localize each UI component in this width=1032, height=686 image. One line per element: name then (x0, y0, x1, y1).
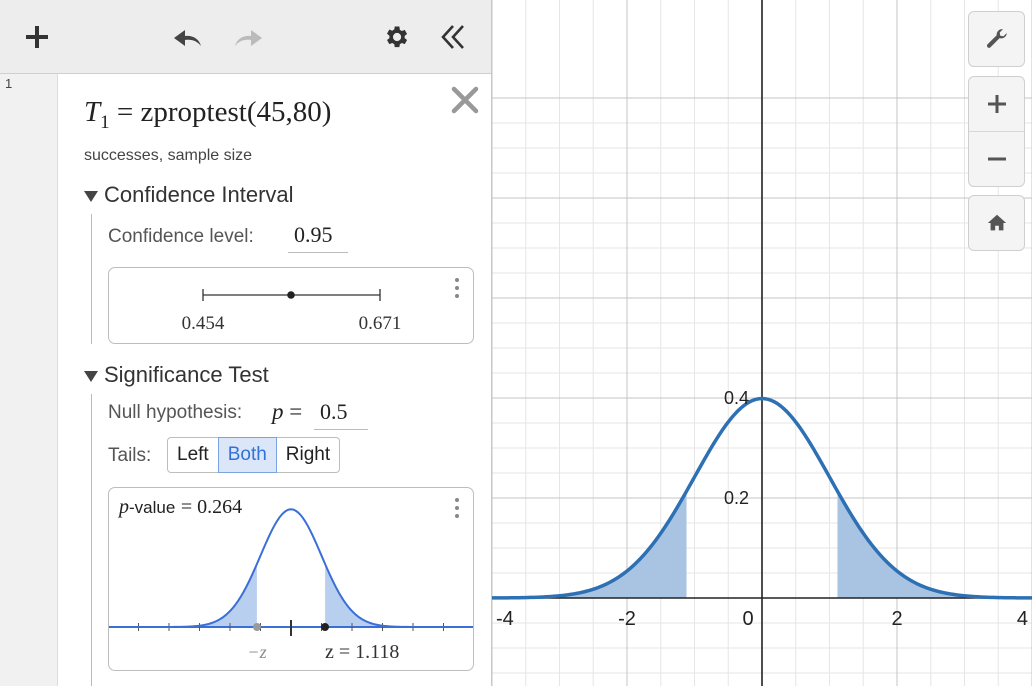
tail-both-button[interactable]: Both (217, 437, 277, 473)
expr-equals: = (116, 96, 134, 128)
significance-test-toggle[interactable]: Significance Test (84, 362, 269, 388)
collapse-icon (441, 25, 464, 49)
collapse-triangle-icon (84, 370, 98, 382)
expression-gutter[interactable]: 1 (0, 74, 58, 686)
tail-left-button[interactable]: Left (167, 437, 219, 473)
wrench-icon (986, 29, 1007, 48)
interval-plot: 0.454 0.671 (182, 289, 402, 334)
null-hypothesis-expr: p = (272, 399, 302, 425)
row-number: 1 (5, 76, 13, 91)
home-button[interactable] (968, 195, 1025, 251)
y-tick-label: 0.4 (724, 388, 749, 408)
p-value-text: -value (129, 498, 176, 517)
neg-z-label: −z (247, 642, 266, 662)
p-value-var: p (119, 496, 129, 518)
x-tick-label: 4 (1017, 608, 1028, 630)
x-tick-label: 2 (891, 608, 902, 630)
argument-hint: successes, sample size (84, 147, 253, 164)
close-icon (451, 86, 479, 114)
confidence-level-label: Confidence level: (108, 226, 254, 247)
expr-func: zproptest (140, 96, 247, 128)
z-label: z = 1.118 (325, 641, 399, 663)
y-tick-label: 0.2 (724, 488, 749, 508)
tails-label: Tails: (108, 445, 152, 466)
section-line (91, 394, 92, 686)
zoom-in-button[interactable] (969, 77, 1024, 132)
zoom-out-button[interactable] (969, 132, 1024, 186)
expr-args: (45,80) (246, 96, 332, 128)
collapse-triangle-icon (84, 190, 98, 202)
expr-subscript: 1 (100, 111, 110, 133)
confidence-interval-toggle[interactable]: Confidence Interval (84, 182, 294, 208)
p-value-readout: p-value = 0.264 (119, 496, 242, 519)
section-line (91, 214, 92, 344)
tail-right-button[interactable]: Right (275, 437, 341, 473)
p-value-card: −z z = 1.118 p-value = 0.264 (108, 487, 474, 671)
expression-input[interactable]: T1 = zproptest(45,80) (84, 96, 331, 134)
graph-settings-button[interactable] (968, 11, 1025, 67)
interval-lower: 0.454 (182, 313, 225, 334)
tails-selector: Left Both Right (167, 437, 341, 473)
settings-button[interactable] (381, 18, 411, 56)
plus-icon (26, 26, 48, 48)
gear-icon (387, 26, 408, 48)
kebab-icon[interactable] (455, 278, 459, 302)
significance-test-header: Significance Test (104, 362, 269, 387)
zoom-in-icon (987, 95, 1006, 113)
redo-button[interactable] (228, 18, 268, 56)
null-var: p (272, 399, 284, 424)
expr-var: T (84, 96, 101, 128)
null-hypothesis-input[interactable]: 0.5 (314, 399, 368, 430)
x-tick-label: -2 (618, 608, 636, 630)
x-tick-label: 0 (742, 608, 753, 630)
interval-upper: 0.671 (359, 313, 402, 334)
zoom-out-icon (987, 157, 1006, 161)
confidence-level-input[interactable]: 0.95 (288, 222, 348, 253)
graph-canvas[interactable]: -4 -2 0 2 4 0.2 0.4 (492, 0, 1032, 686)
home-icon (987, 214, 1006, 231)
confidence-interval-header: Confidence Interval (104, 182, 294, 207)
kebab-icon[interactable] (455, 498, 459, 522)
null-hypothesis-label: Null hypothesis: (108, 402, 243, 423)
left-tail-shade (492, 491, 687, 598)
x-tick-label: -4 (496, 608, 514, 630)
confidence-interval-card: 0.454 0.671 (108, 267, 474, 344)
p-value-eq: = 0.264 (180, 496, 243, 518)
toolbar (0, 0, 491, 74)
null-eq: = (289, 399, 303, 424)
undo-icon (174, 30, 201, 46)
add-item-button[interactable] (22, 18, 52, 56)
undo-button[interactable] (168, 18, 208, 56)
delete-expression-button[interactable] (449, 84, 481, 116)
expression-panel: 1 T1 = zproptest(45,80) successes, sampl… (0, 0, 492, 686)
right-tail-shade (837, 491, 1032, 598)
redo-icon (235, 30, 262, 46)
zoom-controls (968, 76, 1025, 187)
collapse-panel-button[interactable] (438, 18, 468, 56)
